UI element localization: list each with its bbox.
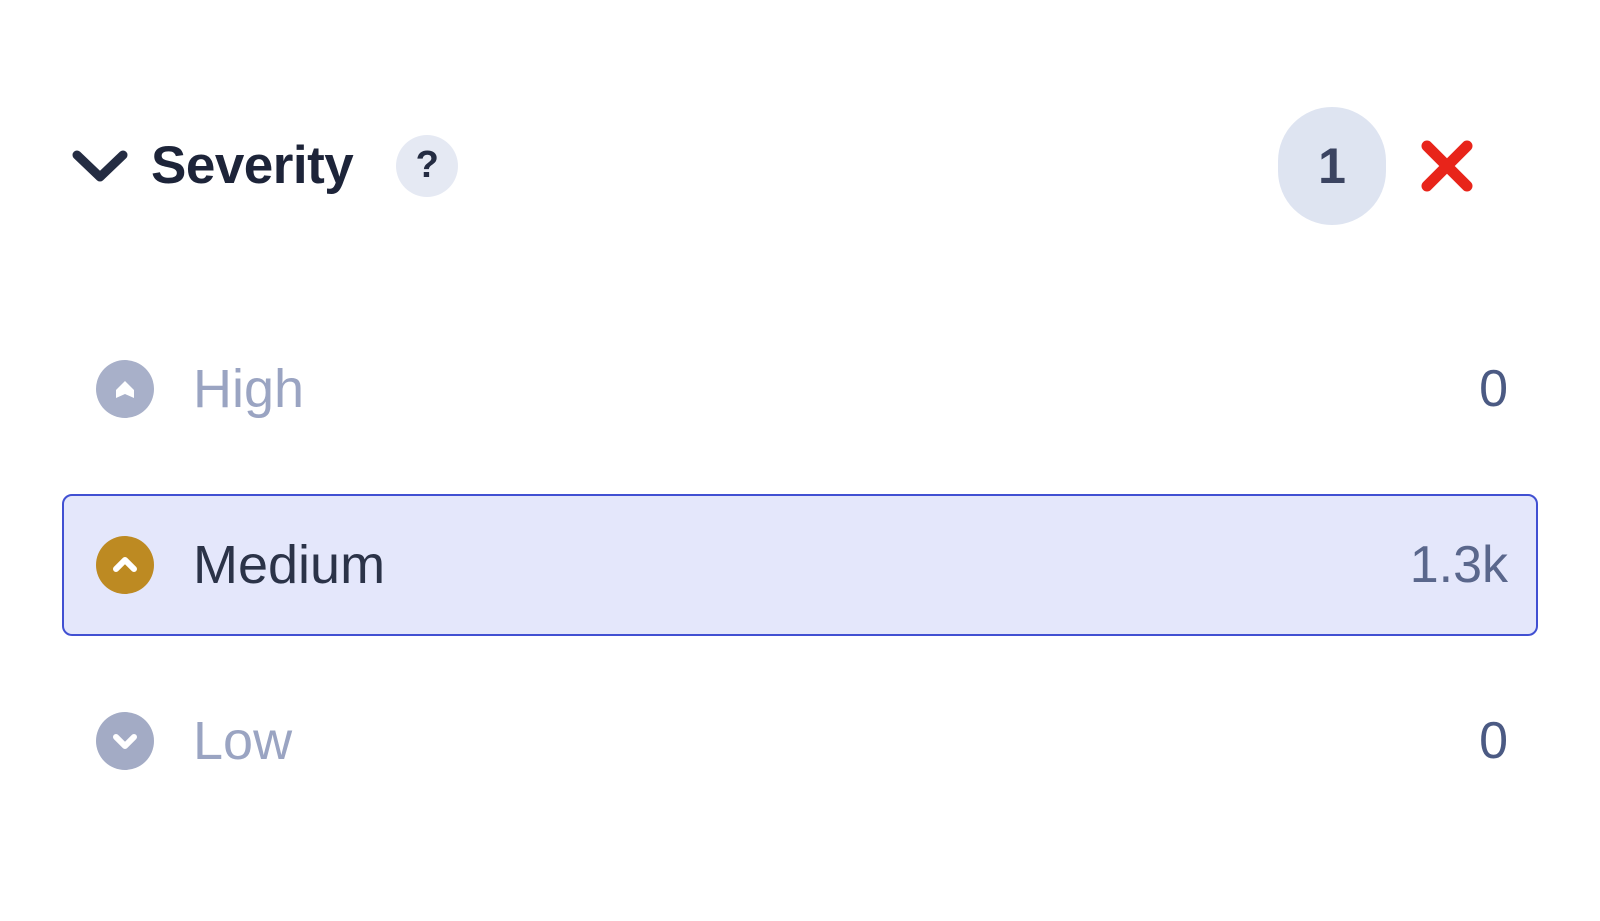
option-row-low[interactable]: Low 0 xyxy=(62,670,1538,812)
severity-medium-icon xyxy=(96,536,154,594)
severity-option-list: High 0 Medium 1.3k Low 0 xyxy=(0,318,1600,812)
facet-header: Severity ? 1 xyxy=(62,106,1490,225)
option-count: 0 xyxy=(1479,360,1508,418)
option-label: High xyxy=(193,359,305,419)
severity-facet-panel: Severity ? 1 High 0 Medium 1.3k Low 0 xyxy=(0,0,1600,921)
selected-count-badge[interactable]: 1 xyxy=(1278,106,1386,225)
severity-high-icon xyxy=(96,360,154,418)
option-row-medium[interactable]: Medium 1.3k xyxy=(62,494,1538,636)
severity-low-icon xyxy=(96,712,154,770)
option-count: 1.3k xyxy=(1409,536,1508,594)
option-row-high[interactable]: High 0 xyxy=(62,318,1538,460)
facet-title: Severity xyxy=(151,136,354,195)
question-mark-icon[interactable]: ? xyxy=(396,134,459,197)
chevron-down-icon[interactable] xyxy=(70,136,130,196)
option-label: Low xyxy=(193,711,293,771)
close-x-icon[interactable] xyxy=(1404,123,1490,209)
option-count: 0 xyxy=(1479,712,1508,770)
selected-count-value: 1 xyxy=(1318,137,1346,194)
option-label: Medium xyxy=(193,535,386,595)
help-glyph: ? xyxy=(415,143,439,186)
